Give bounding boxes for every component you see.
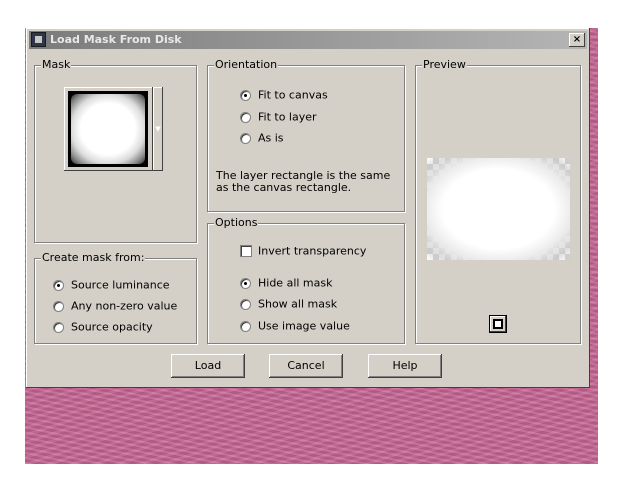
mask-group: Mask ▼ [34, 58, 197, 243]
radio-dot [240, 277, 251, 289]
close-button[interactable]: × [569, 33, 585, 47]
create-mask-label: Create mask from: [41, 251, 146, 265]
cancel-button[interactable]: Cancel [269, 354, 343, 378]
checkbox-box [240, 245, 252, 257]
radio-hide-all-mask[interactable]: Hide all mask [240, 276, 332, 290]
load-button[interactable]: Load [171, 354, 245, 378]
options-group: Options Invert transparency Hide all mas… [207, 216, 405, 344]
invert-transparency-checkbox[interactable]: Invert transparency [240, 244, 366, 258]
mask-thumbnail[interactable] [64, 87, 153, 171]
radio-dot [240, 298, 251, 310]
preview-toggle-button[interactable] [489, 315, 507, 333]
radio-dot [53, 300, 64, 312]
create-mask-group: Create mask from: Source luminance Any n… [34, 251, 197, 344]
radio-show-all-mask[interactable]: Show all mask [240, 297, 337, 311]
radio-source-opacity[interactable]: Source opacity [53, 320, 153, 334]
radio-source-luminance[interactable]: Source luminance [53, 278, 170, 292]
preview-group: Preview [415, 58, 581, 344]
mask-dropdown-arrow[interactable]: ▼ [153, 87, 163, 171]
preview-square-icon [493, 319, 503, 329]
radio-dot [240, 132, 251, 144]
orientation-group: Orientation Fit to canvas Fit to layer A… [207, 58, 405, 212]
mask-image [71, 94, 145, 164]
radio-use-image-value[interactable]: Use image value [240, 319, 350, 333]
help-button[interactable]: Help [368, 354, 442, 378]
title-bar[interactable]: Load Mask From Disk × [29, 31, 587, 49]
options-label: Options [214, 216, 259, 230]
radio-fit-to-layer[interactable]: Fit to layer [240, 110, 317, 124]
load-mask-dialog: Load Mask From Disk × Mask ▼ Create mask… [26, 28, 590, 388]
preview-label: Preview [422, 58, 467, 72]
radio-dot [240, 111, 251, 123]
window-title: Load Mask From Disk [50, 33, 182, 46]
radio-dot [53, 321, 64, 333]
radio-any-non-zero[interactable]: Any non-zero value [53, 299, 177, 313]
mask-group-label: Mask [41, 58, 72, 72]
radio-dot [240, 89, 251, 101]
radio-fit-to-canvas[interactable]: Fit to canvas [240, 88, 328, 102]
preview-image [427, 158, 570, 260]
orientation-description: The layer rectangle is the same as the c… [216, 169, 391, 194]
app-icon [31, 32, 46, 47]
orientation-label: Orientation [214, 58, 279, 72]
radio-dot [240, 320, 251, 332]
radio-as-is[interactable]: As is [240, 131, 284, 145]
radio-dot [53, 279, 64, 291]
